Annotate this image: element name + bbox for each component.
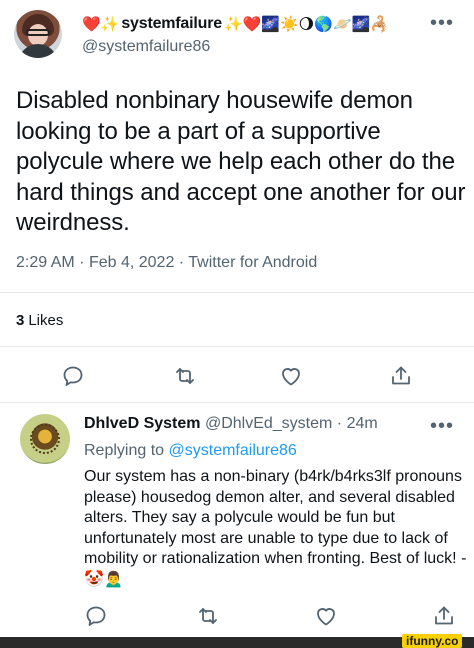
reply-icon[interactable] [61,364,85,388]
more-horizontal-icon[interactable]: ••• [430,13,454,33]
avatar-glasses [26,29,50,36]
tweet-meta: 2:29 AM · Feb 4, 2022 · Twitter for Andr… [16,254,317,272]
likes-count: 3 [16,312,25,329]
retweet-icon[interactable] [173,364,197,388]
divider [0,402,474,403]
share-icon[interactable] [432,604,456,628]
author-avatar[interactable] [14,10,62,58]
like-heart-icon[interactable] [279,364,303,388]
reply-author-avatar[interactable] [20,414,70,464]
replying-to-mention[interactable]: @systemfailure86 [169,442,297,459]
tweet-source[interactable]: Twitter for Android [188,254,317,271]
name-emoji-prefix: ❤️✨ [82,15,120,33]
divider [0,292,474,293]
replying-to-label: Replying to [84,442,165,459]
reply-icon[interactable] [84,604,108,628]
tweet-text: Disabled nonbinary housewife demon looki… [16,87,466,236]
reply-header: DhlveD System @DhlvEd_system · 24m [84,415,378,433]
reply-handle[interactable]: @DhlvEd_system [205,415,332,432]
reply-text: Our system has a non-binary (b4rk/b4rks3… [84,468,467,588]
replying-to-line: Replying to @systemfailure86 [84,442,297,460]
avatar-shirt [18,44,58,58]
reply-age[interactable]: 24m [347,415,378,432]
like-heart-icon[interactable] [314,604,338,628]
ifunny-watermark: ifunny.co [402,634,463,648]
author-handle[interactable]: @systemfailure86 [82,38,210,56]
more-horizontal-icon[interactable]: ••• [430,416,454,436]
author-name-row[interactable]: ❤️✨ systemfailure ✨❤️🌌☀️🌖🌎🪐🌌🦂 [82,12,389,36]
reply-separator: · [336,415,343,432]
author-display-name[interactable]: systemfailure [121,15,222,33]
likes-label: Likes [28,312,64,329]
meta-separator: · [79,254,85,271]
reply-display-name[interactable]: DhlveD System [84,415,201,432]
name-emoji-suffix: ✨❤️🌌☀️🌖🌎🪐🌌🦂 [223,15,389,33]
divider [0,346,474,347]
retweet-icon[interactable] [196,604,220,628]
tweet-date[interactable]: Feb 4, 2022 [89,254,174,271]
meta-separator: · [178,254,185,271]
likes-summary[interactable]: 3 Likes [16,312,63,329]
tweet-time[interactable]: 2:29 AM [16,254,75,271]
avatar-ornament [30,424,60,454]
share-icon[interactable] [389,364,413,388]
